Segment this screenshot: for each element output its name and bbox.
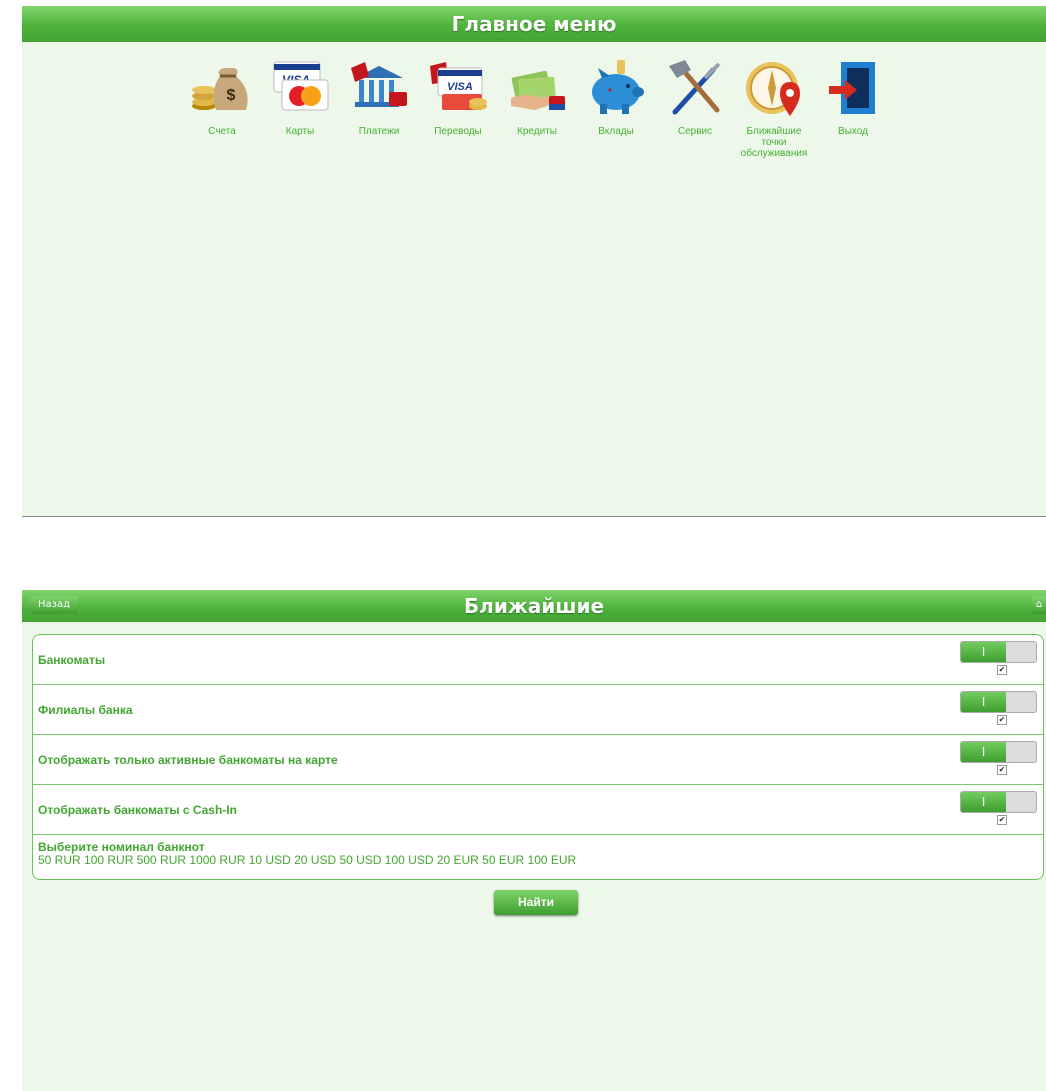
menu-item-label: Кредиты bbox=[517, 126, 557, 137]
nearby-panel: Назад Ближайшие ⌂ Банкоматы I ✔ Филиалы … bbox=[22, 590, 1046, 1091]
menu-item-cards[interactable]: VISA Карты bbox=[261, 52, 339, 137]
back-button[interactable]: Назад bbox=[24, 596, 79, 614]
menu-item-nearby[interactable]: Ближайшие точки обслуживания bbox=[735, 52, 813, 159]
menu-item-exit[interactable]: Выход bbox=[814, 52, 892, 137]
option-row-atms: Банкоматы I ✔ bbox=[33, 635, 1043, 685]
active-atms-checkbox[interactable]: ✔ bbox=[997, 765, 1007, 775]
cash-in-toggle[interactable]: I bbox=[960, 791, 1037, 813]
compass-pin-icon bbox=[746, 62, 800, 116]
toggle-on-label: I bbox=[961, 692, 1006, 712]
branches-checkbox[interactable]: ✔ bbox=[997, 715, 1007, 725]
menu-item-label: Счета bbox=[208, 126, 236, 137]
toggle-on-label: I bbox=[961, 642, 1006, 662]
main-menu-header: Главное меню bbox=[22, 6, 1046, 42]
menu-item-accounts[interactable]: $ Счета bbox=[183, 52, 261, 137]
main-menu-title: Главное меню bbox=[451, 12, 617, 36]
option-label: Филиалы банка bbox=[38, 702, 133, 717]
menu-item-deposits[interactable]: Вклады bbox=[577, 52, 655, 137]
menu-item-label: Вклады bbox=[598, 126, 634, 137]
menu-item-label: Платежи bbox=[358, 126, 400, 137]
cash-in-checkbox[interactable]: ✔ bbox=[997, 815, 1007, 825]
piggy-bank-icon bbox=[592, 60, 644, 114]
menu-item-service[interactable]: Сервис bbox=[656, 52, 734, 137]
card-transfer-icon: VISA bbox=[430, 62, 487, 110]
atms-checkbox[interactable]: ✔ bbox=[997, 665, 1007, 675]
svg-text:$: $ bbox=[227, 87, 236, 104]
denominations-list[interactable]: 50 RUR 100 RUR 500 RUR 1000 RUR 10 USD 2… bbox=[38, 854, 1043, 867]
option-label: Банкоматы bbox=[38, 652, 106, 667]
option-row-active-atms: Отображать только активные банкоматы на … bbox=[33, 735, 1043, 785]
option-label: Отображать только активные банкоматы на … bbox=[38, 752, 338, 767]
main-menu-grid: $ Счета VISA Карты Платежи bbox=[22, 52, 1046, 182]
option-row-cash-in: Отображать банкоматы с Cash-In I ✔ bbox=[33, 785, 1043, 835]
bank-building-icon bbox=[351, 62, 407, 107]
credit-cards-icon: VISA bbox=[273, 61, 329, 111]
back-button-label: Назад bbox=[38, 599, 71, 610]
branches-toggle[interactable]: I bbox=[960, 691, 1037, 713]
menu-item-credits[interactable]: Кредиты bbox=[498, 52, 576, 137]
menu-item-label: Ближайшие точки обслуживания bbox=[740, 126, 808, 159]
home-button[interactable]: ⌂ bbox=[1032, 596, 1046, 614]
nearby-title: Ближайшие bbox=[463, 594, 605, 618]
nearby-options-list: Банкоматы I ✔ Филиалы банка I ✔ Отобража… bbox=[32, 634, 1044, 880]
denominations-section: Выберите номинал банкнот 50 RUR 100 RUR … bbox=[33, 835, 1043, 867]
cash-hand-icon bbox=[511, 70, 565, 110]
option-label: Отображать банкоматы с Cash-In bbox=[38, 802, 237, 817]
menu-item-label: Карты bbox=[285, 126, 315, 137]
money-bag-icon: $ bbox=[192, 68, 248, 110]
menu-item-transfers[interactable]: VISA Переводы bbox=[419, 52, 497, 137]
svg-text:VISA: VISA bbox=[447, 81, 473, 93]
find-button[interactable]: Найти bbox=[494, 890, 578, 915]
menu-item-label: Сервис bbox=[677, 126, 713, 137]
menu-item-label: Переводы bbox=[434, 126, 482, 137]
nearby-header: Назад Ближайшие ⌂ bbox=[22, 590, 1046, 622]
menu-item-label: Выход bbox=[838, 126, 868, 137]
menu-item-payments[interactable]: Платежи bbox=[340, 52, 418, 137]
main-menu-panel: Главное меню $ Счета VISA Карты bbox=[22, 6, 1046, 517]
home-icon: ⌂ bbox=[1035, 599, 1043, 610]
active-atms-toggle[interactable]: I bbox=[960, 741, 1037, 763]
atms-toggle[interactable]: I bbox=[960, 641, 1037, 663]
tools-icon bbox=[669, 60, 721, 115]
toggle-on-label: I bbox=[961, 742, 1006, 762]
toggle-on-label: I bbox=[961, 792, 1006, 812]
exit-door-icon bbox=[829, 62, 875, 114]
option-row-branches: Филиалы банка I ✔ bbox=[33, 685, 1043, 735]
